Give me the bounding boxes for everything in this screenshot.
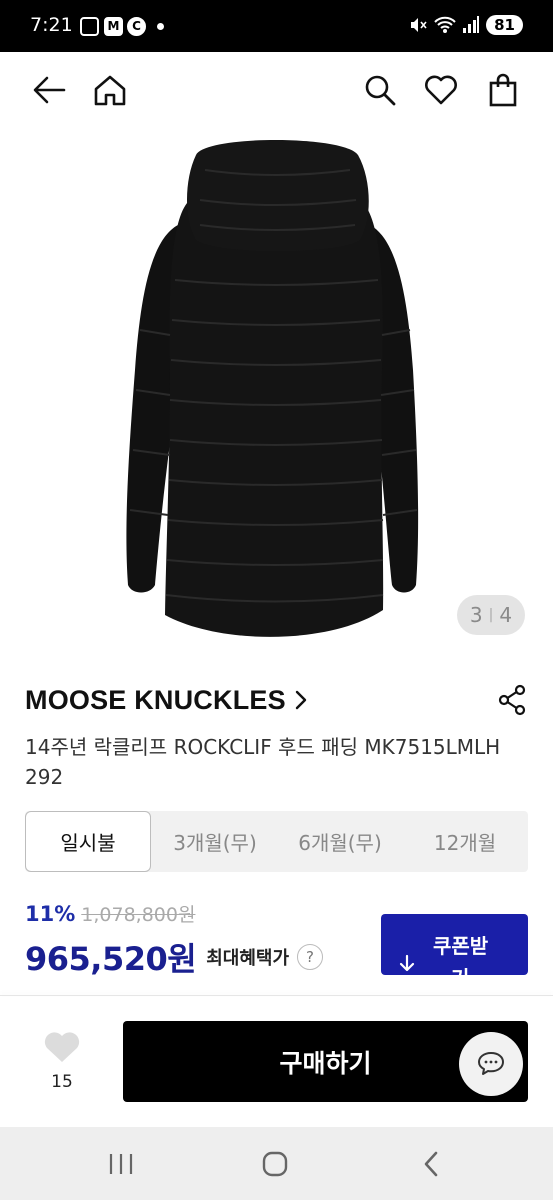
gallery-current: 3 <box>469 603 483 627</box>
download-arrow-icon <box>399 954 415 975</box>
app-bar <box>0 52 553 130</box>
wifi-icon <box>434 16 456 33</box>
shopping-bag-icon[interactable] <box>483 70 523 110</box>
gallery-separator: | <box>488 607 494 623</box>
brand-name[interactable]: MOOSE KNUCKLES <box>25 685 286 716</box>
heart-icon[interactable] <box>421 70 461 110</box>
share-icon[interactable] <box>494 682 530 718</box>
battery-indicator: 81 <box>486 15 523 35</box>
help-icon[interactable]: ? <box>297 944 324 970</box>
tab-12-months[interactable]: 12개월 <box>405 811 525 872</box>
tab-lump-sum[interactable]: 일시불 <box>25 811 151 872</box>
screenshot-icon <box>80 17 99 36</box>
tab-6-months[interactable]: 6개월(무) <box>280 811 400 872</box>
app-c-icon: C <box>127 17 146 36</box>
product-title: 14주년 락클리프 ROCKCLIF 후드 패딩 MK7515LMLH 292 <box>25 735 501 788</box>
chevron-right-icon[interactable] <box>294 689 308 711</box>
gallery-page-indicator: 3 | 4 <box>457 595 525 635</box>
chat-bubble-icon <box>478 1052 504 1075</box>
discount-row: 11% 1,078,800원 <box>25 900 195 927</box>
home-nav-icon[interactable] <box>260 1149 290 1179</box>
search-icon[interactable] <box>360 70 400 110</box>
like-button[interactable]: 15 <box>38 1030 86 1094</box>
tab-3-months[interactable]: 3개월(무) <box>155 811 275 872</box>
bottom-bar-divider <box>0 995 553 996</box>
signal-icon <box>463 16 480 33</box>
coupon-label-line2: 기 <box>451 962 469 975</box>
max-benefit-label: 최대혜택가 <box>206 948 290 969</box>
like-count: 15 <box>51 1072 73 1092</box>
recent-apps-icon[interactable] <box>106 1149 136 1179</box>
back-nav-icon[interactable] <box>416 1149 446 1179</box>
puffer-coat-image <box>126 140 419 637</box>
mute-icon <box>411 18 427 32</box>
gallery-total: 4 <box>499 603 513 627</box>
sale-price: 965,520원 <box>25 940 197 978</box>
installment-tabs: 일시불 3개월(무) 6개월(무) 12개월 <box>25 811 528 872</box>
home-icon[interactable] <box>90 70 130 110</box>
app-m-icon: M <box>104 17 123 36</box>
brand-row: MOOSE KNUCKLES <box>25 680 530 720</box>
notification-dot-icon <box>157 23 164 30</box>
coupon-label: 쿠폰받 <box>433 934 489 958</box>
product-image[interactable] <box>0 130 553 660</box>
discount-percent: 11% <box>25 902 76 926</box>
coupon-button[interactable]: 쿠폰받 기 <box>381 914 528 975</box>
chat-button[interactable] <box>459 1032 523 1096</box>
back-arrow-icon[interactable] <box>29 70 69 110</box>
status-time: 7:21 <box>30 14 73 36</box>
status-right: 81 <box>408 15 523 35</box>
status-bar: 7:21 M C 81 <box>0 0 553 52</box>
heart-filled-icon <box>44 1032 80 1062</box>
system-nav-bar <box>0 1127 553 1200</box>
original-price: 1,078,800원 <box>81 904 196 926</box>
price-row: 965,520원 최대혜택가 ? <box>25 934 324 980</box>
